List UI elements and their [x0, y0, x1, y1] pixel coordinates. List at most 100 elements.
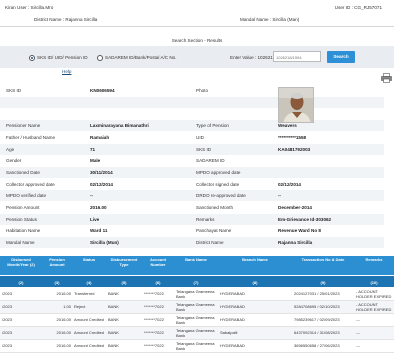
table-cell: BANK: [108, 343, 119, 349]
table-cell: - ACCOUNT HOLDER EXPIRED: [356, 288, 392, 299]
detail-row: Pensioner Name Laxminarayana Bimanathri Ty…: [0, 120, 384, 132]
detail-label: Sanctioned Date: [6, 169, 40, 175]
detail-value: 71: [90, 146, 96, 152]
detail-row: Pension Status Live Remarks Em-Grievance Id…: [0, 213, 384, 225]
help-link[interactable]: Help: [62, 69, 71, 74]
table-header-cell: Remarks: [354, 256, 394, 275]
table-cell: 2016.00: [56, 343, 71, 349]
detail-label: Remarks: [196, 216, 215, 222]
table-row: /2023 2016.00 Amount Credited BANK *******70…: [0, 340, 394, 353]
table-cell: /2023: [2, 304, 13, 310]
detail-label: Pension Amount: [6, 205, 40, 210]
detail-value: KA0481792003: [278, 146, 311, 152]
table-column-number: (4): [72, 276, 106, 287]
table-row: /2023 2016.00 Amount Credited BANK *******70…: [0, 314, 394, 327]
detail-row: MPDO verified date -- DRDO re-approved dat…: [0, 190, 384, 202]
table-cell: ---: [356, 317, 360, 323]
table-cell: *******7022: [144, 304, 164, 310]
user-name: Kiran User : Sircilla.Mro: [5, 5, 54, 10]
table-cell: 5284708695 / 02/10/2023: [294, 304, 340, 310]
table-column-number: (10): [354, 276, 394, 287]
table-cell: Telangana Grameena Bank: [176, 327, 215, 338]
table-row: /2023 1.00 Reject BANK *******7022 Telangana …: [0, 301, 394, 314]
detail-value: 02/12/2014: [278, 181, 301, 187]
detail-row: [0, 108, 384, 119]
search-button[interactable]: Search: [327, 51, 355, 63]
table-cell: - ACCOUNT HOLDER EXPIRED: [356, 301, 392, 312]
table-column-number: (7): [174, 276, 218, 287]
detail-label: SKS ID: [196, 146, 212, 152]
table-cell: Telangana Grameena Bank: [176, 314, 215, 325]
table-cell: HYDERABAD: [220, 291, 245, 297]
detail-label: Panchayat Name: [196, 228, 232, 234]
detail-value: **********1558: [278, 134, 307, 140]
detail-label: SADAREM ID: [196, 158, 225, 164]
table-cell: /2023: [2, 317, 13, 323]
detail-label: Type of Pension: [196, 123, 229, 129]
table-header-cell: Disbursement Type: [106, 256, 142, 275]
table-cell: BANK: [108, 304, 119, 310]
table-cell: Amount Credited: [74, 343, 105, 349]
detail-label: Pensioner Name: [6, 123, 41, 129]
detail-value: Laxminarayana Bimanathri: [90, 123, 149, 129]
detail-row: Father / Husband Name Ramaiah UID *********…: [0, 132, 384, 143]
radio-sks-id[interactable]: [29, 55, 35, 61]
detail-value: Em-Grievance Id-303062: [278, 216, 332, 222]
detail-value: --: [278, 193, 282, 199]
detail-value: 2016.00: [90, 205, 107, 210]
table-column-number: (8): [218, 276, 292, 287]
detail-value: Sircilla (Mun): [90, 240, 119, 246]
detail-row: Gender Male SADAREM ID: [0, 155, 384, 166]
table-cell: 2016.00: [56, 291, 71, 297]
table-row: /2023 2016.00 Amount Credited BANK *******70…: [0, 327, 394, 340]
person-photo-icon: [279, 88, 313, 122]
table-cell: 1.00: [63, 304, 71, 310]
detail-value: 02/12/2014: [90, 181, 113, 187]
table-cell: 6437092314 / 31/08/2023: [294, 330, 340, 336]
table-cell: BANK: [108, 330, 119, 336]
print-icon[interactable]: [381, 73, 392, 83]
detail-label: Pension Status: [6, 216, 37, 222]
detail-label: UID: [196, 134, 204, 140]
table-cell: /2023: [2, 343, 13, 349]
search-input[interactable]: 1026218/1554: [273, 51, 321, 62]
detail-label: Gender: [6, 158, 22, 164]
detail-label: Habitation Name: [6, 228, 41, 234]
detail-value: 30/11/2014: [90, 169, 113, 175]
table-cell: 3696550658 / 27/06/2023: [294, 343, 340, 349]
radio-sadarem-id-label[interactable]: SADAREM ID/Bank/Postal A/C No.: [105, 55, 176, 60]
table-cell: HYDERABAD: [220, 343, 245, 349]
table-row: /2023 2016.00 Transferred BANK *******7022 Te…: [0, 288, 394, 301]
table-cell: Sabalpalli: [220, 330, 238, 336]
table-cell: HYDERABAD: [220, 317, 245, 323]
pensioner-details: SKS ID KN0606594 Photo Pensioner Name Laxmin…: [0, 85, 384, 249]
detail-label: SKS ID: [6, 88, 22, 93]
table-header-cell: Status: [72, 256, 106, 275]
table-cell: Amount Credited: [74, 330, 105, 336]
detail-row: Collector approved date 02/12/2014 Collect…: [0, 179, 384, 190]
table-cell: *******7022: [144, 291, 164, 297]
table-cell: Telangana Grameena Bank: [176, 301, 215, 312]
detail-value: Live: [90, 216, 100, 222]
table-column-number: (5): [106, 276, 142, 287]
table-cell: Telangana Grameena Bank: [176, 340, 215, 351]
detail-label: MPDO approved date: [196, 169, 241, 175]
detail-label: Age: [6, 146, 15, 152]
table-cell: /2023: [2, 330, 13, 336]
table-cell: Telangana Grameena Bank: [176, 288, 215, 299]
table-cell: 2016.00: [56, 330, 71, 336]
page-header: Kiran User : Sircilla.Mro User ID : CG_R…: [0, 0, 394, 26]
table-cell: BANK: [108, 291, 119, 297]
radio-sks-id-label[interactable]: SKS ID/ UID/ Pension ID: [37, 55, 88, 60]
table-cell: Amount Credited: [74, 317, 105, 323]
detail-value: KN0606594: [90, 88, 115, 93]
table-cell: Transferred: [74, 291, 95, 297]
detail-label: District Name: [196, 240, 224, 246]
detail-value: Revenue Ward No 8: [278, 228, 321, 234]
detail-label: Father / Husband Name: [6, 134, 56, 140]
radio-sadarem-id[interactable]: [97, 55, 103, 61]
table-cell: ---: [356, 343, 360, 349]
table-cell: /2023: [2, 291, 13, 297]
table-cell: *******7022: [144, 343, 164, 349]
header-divider: [0, 26, 394, 27]
